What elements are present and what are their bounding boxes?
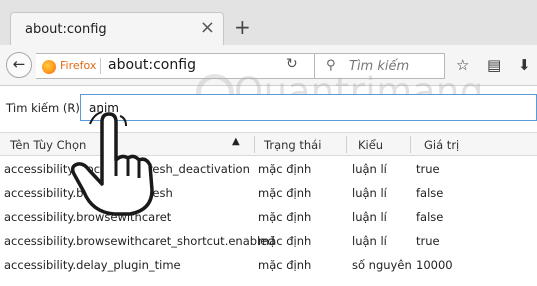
table-row[interactable]: accessibility.blockautorefresh mặc định … — [0, 182, 537, 206]
pref-name: accessibility.browsewithcaret — [4, 210, 172, 224]
reading-list-icon[interactable]: ▤ — [487, 56, 501, 74]
download-icon[interactable]: ⬇ — [518, 56, 531, 74]
table-row[interactable]: accessibility.blockautorefresh_deactivat… — [0, 158, 537, 182]
firefox-logo-icon — [42, 60, 56, 74]
url-separator — [100, 58, 101, 74]
pref-type: luận lí — [352, 234, 387, 248]
pref-status: mặc định — [258, 258, 312, 272]
pref-type: luận lí — [352, 162, 387, 176]
pref-name: accessibility.delay_plugin_time — [4, 258, 181, 272]
pref-value: true — [416, 234, 440, 248]
pref-name: accessibility.browsewithcaret_shortcut.e… — [4, 234, 275, 248]
pref-type: luận lí — [352, 186, 387, 200]
tab-about-config[interactable]: about:config × — [10, 12, 224, 45]
column-divider[interactable] — [410, 136, 411, 153]
url-text[interactable]: about:config — [108, 57, 196, 73]
pref-status: mặc định — [258, 186, 312, 200]
pref-status: mặc định — [258, 210, 312, 224]
pref-value: true — [416, 162, 440, 176]
column-header-value[interactable]: Giá trị — [424, 138, 459, 152]
column-header-type[interactable]: Kiểu — [358, 138, 383, 152]
pref-name: accessibility.blockautorefresh_deactivat… — [4, 162, 250, 176]
table-header: Tên Tùy Chọn ▲ Trạng thái Kiểu Giá trị — [0, 132, 537, 156]
table-row[interactable]: accessibility.delay_plugin_time mặc định… — [0, 254, 537, 278]
pref-value: false — [416, 210, 444, 224]
pref-value: 10000 — [416, 258, 453, 272]
table-row[interactable]: accessibility.browsewithcaret mặc định l… — [0, 206, 537, 230]
identity-label: Firefox — [60, 59, 97, 72]
pref-type: luận lí — [352, 210, 387, 224]
column-divider[interactable] — [346, 136, 347, 153]
filter-input[interactable]: anim — [80, 94, 537, 121]
url-bar[interactable]: Firefox about:config — [36, 53, 324, 79]
close-tab-icon[interactable]: × — [200, 18, 215, 38]
pref-name: accessibility.blockautorefresh — [4, 186, 173, 200]
filter-label: Tìm kiếm (R): — [6, 101, 84, 115]
pref-status: mặc định — [258, 234, 312, 248]
column-header-status[interactable]: Trạng thái — [264, 138, 321, 152]
column-divider[interactable] — [254, 136, 255, 153]
reload-icon[interactable]: ↻ — [286, 56, 298, 72]
sort-ascending-icon[interactable]: ▲ — [232, 136, 240, 147]
filter-value: anim — [89, 101, 119, 115]
search-placeholder: Tìm kiếm — [349, 59, 410, 74]
search-icon: ⚲ — [326, 58, 336, 73]
tab-title: about:config — [25, 22, 107, 37]
back-button[interactable]: ← — [6, 52, 32, 78]
bookmark-star-icon[interactable]: ☆ — [456, 56, 469, 74]
new-tab-icon[interactable]: + — [234, 17, 251, 37]
column-header-name[interactable]: Tên Tùy Chọn — [10, 138, 86, 152]
tab-strip: about:config × + — [0, 0, 537, 45]
search-bar[interactable]: ⚲ Tìm kiếm — [314, 53, 445, 79]
pref-value: false — [416, 186, 444, 200]
pref-status: mặc định — [258, 162, 312, 176]
table-row[interactable]: accessibility.browsewithcaret_shortcut.e… — [0, 230, 537, 254]
pref-type: số nguyên — [352, 258, 412, 272]
